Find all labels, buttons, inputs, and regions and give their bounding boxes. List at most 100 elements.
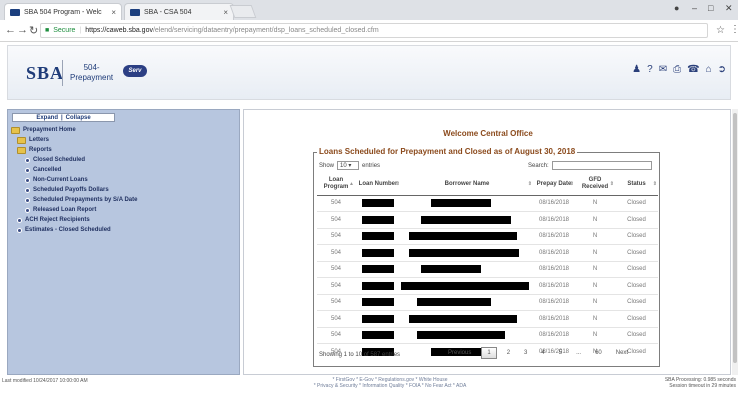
home-icon[interactable]: ⌂ xyxy=(706,64,712,75)
nav-label: Cancelled xyxy=(33,167,62,173)
redacted-block xyxy=(362,248,394,257)
sort-icon: ⇕ xyxy=(652,181,657,187)
logo-divider xyxy=(62,60,63,86)
table-row[interactable]: 504 08/16/2018 N Closed xyxy=(317,194,658,212)
scrollbar-thumb[interactable] xyxy=(733,113,737,363)
app-title-line1: 504- xyxy=(83,63,100,72)
table-row[interactable]: 504 08/16/2018 N Closed xyxy=(317,326,658,344)
print-icon[interactable]: ⎙ xyxy=(673,64,681,75)
cell-loan-number xyxy=(355,211,401,228)
pager-page[interactable]: 2 xyxy=(503,348,514,358)
tab-label: SBA 504 Program - Welc xyxy=(24,8,102,16)
sort-icon: ⇕ xyxy=(609,181,614,187)
cell-loan-number xyxy=(355,277,401,294)
col-loan-program[interactable]: Loan Program ▲ xyxy=(317,174,355,196)
table-row[interactable]: 504 08/16/2018 N Closed xyxy=(317,277,658,294)
maximize-icon[interactable]: □ xyxy=(708,3,713,13)
cell-loan-program: 504 xyxy=(317,260,355,278)
footer-links-line2[interactable]: * Privacy & Security * Information Quali… xyxy=(290,383,490,389)
nav-report-non-current-loans[interactable]: Non-Current Loans xyxy=(11,175,239,185)
nav-report-closed-scheduled[interactable]: Closed Scheduled xyxy=(11,155,239,165)
sort-icon: ⇕ xyxy=(569,181,574,187)
nav-tree: Prepayment Home Letters Reports Closed S… xyxy=(11,125,239,235)
minimize-icon[interactable]: – xyxy=(692,3,697,13)
cell-prepay-date: 08/16/2018 xyxy=(533,260,575,278)
expand-link[interactable]: Expand xyxy=(36,115,58,121)
footer-links: * FirstGov * E-Gov * Regulations.gov * W… xyxy=(290,377,490,389)
help-icon[interactable]: ? xyxy=(647,64,653,75)
cell-status: Closed xyxy=(615,211,658,228)
chat-icon[interactable]: ✉ xyxy=(659,64,667,75)
nav-letters[interactable]: Letters xyxy=(11,135,239,145)
nav-estimates[interactable]: Estimates - Closed Scheduled xyxy=(11,225,239,235)
table-row[interactable]: 504 08/16/2018 N Closed xyxy=(317,211,658,228)
profile-icon[interactable]: ● xyxy=(674,3,679,13)
column-header-label: Status xyxy=(627,180,646,187)
col-status[interactable]: Status ⇕ xyxy=(615,174,658,196)
table-row[interactable]: 504 08/16/2018 N Closed xyxy=(317,260,658,278)
col-prepay-date[interactable]: Prepay Date ⇕ xyxy=(533,174,575,196)
show-entries-control: Show 10 ▾ entries xyxy=(319,161,380,170)
nav-reports[interactable]: Reports xyxy=(11,145,239,155)
sba-logo[interactable]: SBA xyxy=(26,63,64,84)
pager-page[interactable]: 5 xyxy=(555,348,566,358)
browser-tab-active[interactable]: SBA 504 Program - Welc × xyxy=(4,3,122,20)
cell-status: Closed xyxy=(615,194,658,212)
cell-gfd-received: N xyxy=(575,260,615,278)
expand-collapse-bar: Expand | Collapse xyxy=(12,113,115,122)
close-window-icon[interactable]: ✕ xyxy=(725,3,733,14)
cell-loan-program: 504 xyxy=(317,277,355,294)
user-icon[interactable]: ♟ xyxy=(632,64,641,75)
close-tab-icon[interactable]: × xyxy=(223,8,228,17)
phone-icon[interactable]: ☎ xyxy=(687,64,699,75)
cell-gfd-received: N xyxy=(575,277,615,294)
table-row[interactable]: 504 08/16/2018 N Closed xyxy=(317,310,658,327)
processing-info: SBA Processing: 0.985 seconds Session ti… xyxy=(665,377,736,389)
bullet-icon xyxy=(25,207,30,213)
page-scrollbar[interactable] xyxy=(732,109,738,375)
pager-previous[interactable]: Previous xyxy=(444,348,475,358)
nav-report-scheduled-payoffs[interactable]: Scheduled Payoffs Dollars xyxy=(11,185,239,195)
back-icon[interactable]: ← xyxy=(5,24,16,36)
redacted-block xyxy=(362,331,394,340)
table-row[interactable]: 504 08/16/2018 N Closed xyxy=(317,293,658,311)
reload-icon[interactable]: ↻ xyxy=(29,24,38,37)
pager-page[interactable]: 4 xyxy=(537,348,548,358)
col-borrower-name[interactable]: Borrower Name ⇕ xyxy=(401,174,533,196)
sba-favicon-icon xyxy=(130,8,140,16)
loans-fieldset: Loans Scheduled for Prepayment and Close… xyxy=(313,147,660,367)
close-tab-icon[interactable]: × xyxy=(111,8,116,17)
entries-select[interactable]: 10 ▾ xyxy=(337,161,360,170)
bookmark-star-icon[interactable]: ☆ xyxy=(716,25,725,36)
address-bar[interactable]: ■ Secure | https://caweb.sba.gov/elend/s… xyxy=(40,23,708,38)
pager-page[interactable]: 1 xyxy=(481,347,497,359)
nav-report-cancelled[interactable]: Cancelled xyxy=(11,165,239,175)
redacted-block xyxy=(417,298,491,307)
nav-ach-reject[interactable]: ACH Reject Recipients xyxy=(11,215,239,225)
redacted-block xyxy=(362,232,394,241)
search-input[interactable] xyxy=(551,161,652,170)
nav-prepayment-home[interactable]: Prepayment Home xyxy=(11,125,239,135)
table-row[interactable]: 504 08/16/2018 N Closed xyxy=(317,227,658,245)
pager-next[interactable]: Next xyxy=(612,348,632,358)
forward-icon[interactable]: → xyxy=(17,24,28,36)
col-loan-number[interactable]: Loan Number ⇕ xyxy=(355,174,401,196)
collapse-link[interactable]: Collapse xyxy=(66,115,91,121)
cell-gfd-received: N xyxy=(575,194,615,212)
welcome-heading: Welcome Central Office xyxy=(443,129,533,138)
cell-status: Closed xyxy=(615,310,658,327)
logout-icon[interactable]: ➲ xyxy=(718,64,726,75)
table-row[interactable]: 504 08/16/2018 N Closed xyxy=(317,244,658,261)
nav-report-scheduled-prepayments[interactable]: Scheduled Prepayments by S/A Date xyxy=(11,195,239,205)
pager-page[interactable]: 60 xyxy=(591,348,606,358)
nav-report-released-loan[interactable]: Released Loan Report xyxy=(11,205,239,215)
browser-menu-icon[interactable]: ⋮ xyxy=(730,24,738,35)
new-tab-button[interactable] xyxy=(229,5,257,18)
nav-label: ACH Reject Recipients xyxy=(25,217,90,223)
pager-page[interactable]: 3 xyxy=(520,348,531,358)
column-header-label: Loan Number xyxy=(358,180,398,187)
col-gfd-received[interactable]: GFD Received ⇕ xyxy=(575,174,615,196)
browser-tab[interactable]: SBA - CSA 504 × xyxy=(124,3,234,20)
cell-loan-program: 504 xyxy=(317,244,355,261)
redacted-block xyxy=(362,314,394,323)
